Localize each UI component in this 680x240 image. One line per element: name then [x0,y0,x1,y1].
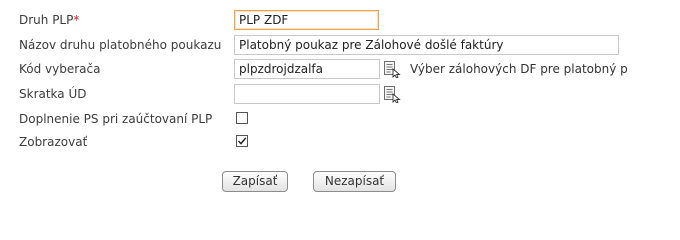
row-doplnenie-ps: Doplnenie PS pri zaúčtovaní PLP [0,109,680,131]
doplnenie-ps-checkbox[interactable] [236,112,248,124]
zobrazovat-label: Zobrazovať [19,135,88,149]
row-zobrazovat: Zobrazovať [0,132,680,154]
zobrazovat-checkbox[interactable] [236,135,248,147]
row-skratka-ud: Skratka ÚD [0,84,680,106]
kod-vyberaca-input[interactable]: plpzdrojdzalfa [234,59,380,79]
nazov-input[interactable]: Platobný poukaz pre Zálohové došlé faktú… [234,35,619,55]
lookup-list-icon[interactable] [383,60,401,79]
row-druh-plp: Druh PLP* PLP ZDF [0,10,680,32]
druh-plp-label: Druh PLP* [19,13,80,27]
skratka-ud-label: Skratka ÚD [19,87,87,101]
save-button[interactable]: Zapísať [222,171,288,192]
kod-vyberaca-label: Kód vyberača [19,62,101,76]
druh-plp-input[interactable]: PLP ZDF [234,10,379,30]
cancel-button[interactable]: Nezapísať [313,171,396,192]
row-nazov: Názov druhu platobného poukazu Platobný … [0,35,680,57]
row-kod-vyberaca: Kód vyberača plpzdrojdzalfa Výber záloho… [0,59,680,81]
lookup-list-icon[interactable] [383,85,401,104]
checkmark-icon [237,137,247,145]
skratka-ud-input[interactable] [234,84,380,104]
doplnenie-ps-label: Doplnenie PS pri zaúčtovaní PLP [19,112,213,126]
required-mark: * [73,13,80,27]
nazov-label: Názov druhu platobného poukazu [19,38,222,52]
kod-vyberaca-description: Výber zálohových DF pre platobný p [410,62,628,76]
